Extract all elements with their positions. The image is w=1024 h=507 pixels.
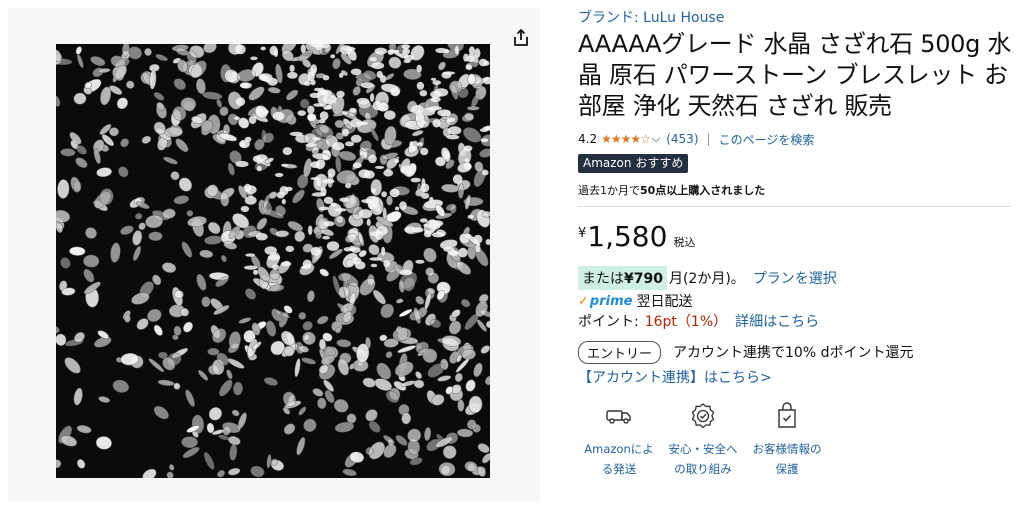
feature-label-line2: の取り組み <box>674 462 732 476</box>
price-value: 1,580 <box>587 220 668 253</box>
prime-check-icon: ✓ <box>578 293 589 309</box>
select-plan-link[interactable]: プランを選択 <box>753 268 837 288</box>
product-page: ブランド: LuLu House AAAAAグレード 水晶 さざれ石 500g … <box>0 0 1024 507</box>
installment-amount: ¥790 <box>624 271 663 287</box>
truck-icon <box>606 410 631 424</box>
shield-check-icon <box>691 403 715 429</box>
feature-privacy[interactable]: お客様情報の 保護 <box>746 401 828 479</box>
feature-safety[interactable]: 安心・安全へ の取り組み <box>662 401 744 479</box>
bought-bold: 50点以上購入されました <box>640 184 766 197</box>
star-rating-icon[interactable]: ★★★★☆ <box>601 132 651 146</box>
prime-logo-text: prime <box>589 293 633 309</box>
price-tax-label: 税込 <box>673 236 696 249</box>
points-row: ポイント: 16pt（1%） 詳細はこちら <box>578 311 1014 331</box>
points-label: ポイント: <box>578 314 639 330</box>
separator: | <box>706 132 711 146</box>
product-photo[interactable] <box>56 44 490 478</box>
feature-icons: Amazonによ る発送 安心・安全へ の取り組み お客様情報の 保護 <box>578 401 838 479</box>
points-details-link[interactable]: 詳細はこちら <box>735 311 819 331</box>
feature-label-line2: 保護 <box>775 462 799 476</box>
bought-prefix: 過去1か月で <box>578 184 640 197</box>
account-link[interactable]: 【アカウント連携】はこちら> <box>578 367 1014 387</box>
entry-button[interactable]: エントリー <box>578 340 662 364</box>
search-page-link[interactable]: このページを検索 <box>719 131 815 148</box>
product-title: AAAAAグレード 水晶 さざれ石 500g 水晶 原石 パワーストーン ブレス… <box>578 30 1012 120</box>
feature-label-line2: る発送 <box>601 462 637 476</box>
installment-prefix: または <box>582 271 624 287</box>
rating-row: 4.2 ★★★★☆ ⌵ (453) | このページを検索 <box>578 130 1014 148</box>
installment-suffix: 月(2か月)。 <box>668 271 745 287</box>
price-symbol: ¥ <box>578 226 587 241</box>
chevron-down-icon[interactable]: ⌵ <box>652 132 660 146</box>
feature-label-line1: 安心・安全へ <box>668 442 738 456</box>
rating-value: 4.2 <box>578 132 598 146</box>
installment-row: または¥790 月(2か月)。 プランを選択 <box>578 266 1014 290</box>
installment-pill: または¥790 <box>578 266 667 290</box>
delivery-text: 翌日配送 <box>636 294 693 310</box>
feature-label-line1: お客様情報の <box>752 442 822 456</box>
product-image-panel <box>8 8 540 502</box>
divider <box>578 206 1011 207</box>
amazon-choice-badge: Amazon おすすめ <box>578 154 689 173</box>
brand-link[interactable]: ブランド: LuLu House <box>578 8 1014 28</box>
prime-logo: ✓prime <box>578 294 632 309</box>
share-icon[interactable] <box>509 26 533 50</box>
entry-text: アカウント連携で10% dポイント還元 <box>673 345 914 361</box>
crystal-chips-image <box>56 44 490 478</box>
prime-row: ✓prime 翌日配送 <box>578 291 1014 311</box>
feature-amazon-delivery[interactable]: Amazonによ る発送 <box>578 401 660 479</box>
rating-count-link[interactable]: (453) <box>666 132 698 146</box>
entry-row: エントリー アカウント連携で10% dポイント還元 <box>578 340 1014 364</box>
lock-bag-icon <box>778 402 796 428</box>
price-row: ¥ 1,580 税込 <box>578 222 1014 258</box>
bought-count: 過去1か月で50点以上購入されました <box>578 182 1014 198</box>
feature-label-line1: Amazonによ <box>584 442 654 456</box>
points-value: 16pt（1%） <box>644 314 728 330</box>
product-details: ブランド: LuLu House AAAAAグレード 水晶 さざれ石 500g … <box>578 8 1014 479</box>
